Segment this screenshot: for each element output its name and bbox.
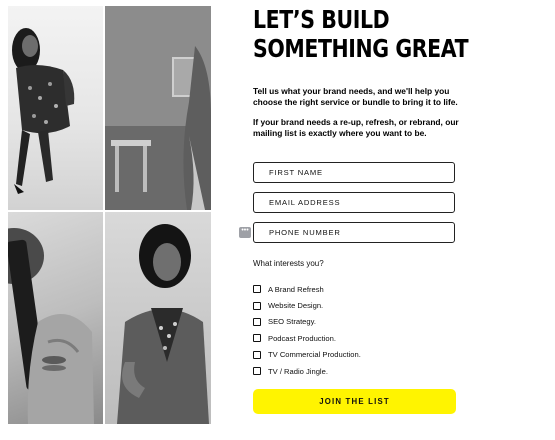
interest-option[interactable]: TV / Radio Jingle.: [253, 363, 361, 379]
checkbox[interactable]: [253, 350, 261, 359]
interest-option[interactable]: Website Design.: [253, 297, 361, 313]
interest-option[interactable]: Podcast Production.: [253, 330, 361, 346]
phone-input[interactable]: [253, 222, 455, 243]
password-manager-icon[interactable]: •••: [239, 227, 251, 238]
photo-woman-sequin-jacket: [8, 6, 103, 210]
interest-option[interactable]: TV Commercial Production.: [253, 347, 361, 363]
checkbox[interactable]: [253, 367, 261, 376]
interest-label: Podcast Production.: [268, 333, 336, 343]
checkbox[interactable]: [253, 317, 261, 326]
interest-label: TV / Radio Jingle.: [268, 366, 328, 376]
interests-checkbox-list: A Brand Refresh Website Design. SEO Stra…: [253, 281, 361, 379]
photo-interior-person: [105, 6, 211, 210]
photo-hand-with-phone: [8, 212, 103, 424]
photo-woman-blazer: [105, 212, 211, 424]
intro-text: Tell us what your brand needs, and we'll…: [253, 86, 458, 107]
mailing-list-text: If your brand needs a re-up, refresh, or…: [253, 117, 459, 138]
interest-label: A Brand Refresh: [268, 284, 324, 294]
checkbox[interactable]: [253, 285, 261, 294]
interest-label: SEO Strategy.: [268, 317, 316, 327]
join-the-list-button[interactable]: JOIN THE LIST: [253, 389, 456, 414]
interest-option[interactable]: SEO Strategy.: [253, 314, 361, 330]
interest-label: Website Design.: [268, 301, 324, 311]
photo-collage: [8, 6, 211, 424]
checkbox[interactable]: [253, 334, 261, 343]
interest-option[interactable]: A Brand Refresh: [253, 281, 361, 297]
checkbox[interactable]: [253, 301, 261, 310]
email-input[interactable]: [253, 192, 455, 213]
interest-label: TV Commercial Production.: [268, 350, 361, 360]
interests-label: What interests you?: [253, 259, 324, 268]
first-name-input[interactable]: [253, 162, 455, 183]
page-headline: LET’S BUILD SOMETHING GREAT: [253, 5, 469, 63]
